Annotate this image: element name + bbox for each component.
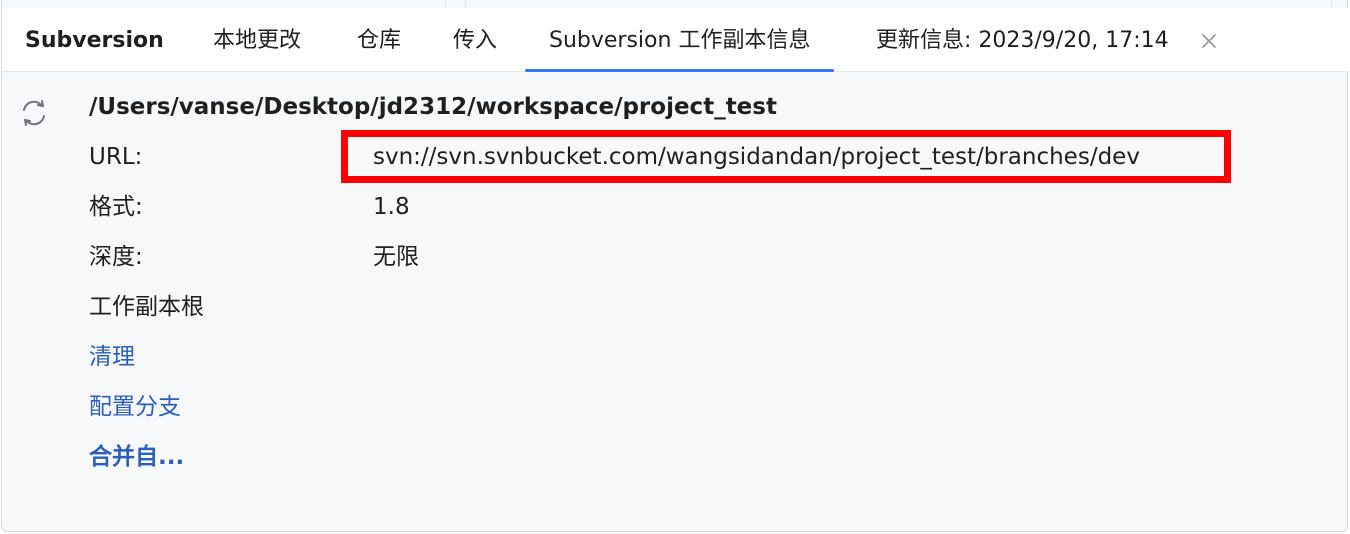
top-edge-segment — [2, 0, 446, 8]
tab-incoming[interactable]: 传入 — [453, 8, 497, 71]
tab-update-info[interactable]: 更新信息: 2023/9/20, 17:14 — [876, 8, 1169, 71]
merge-from-link[interactable]: 合并自... — [89, 439, 184, 475]
configure-branches-link[interactable]: 配置分支 — [89, 389, 181, 425]
close-tab-icon[interactable] — [1198, 30, 1220, 52]
format-value: 1.8 — [373, 194, 410, 220]
url-value: svn://svn.svnbucket.com/wangsidandan/pro… — [373, 144, 1140, 170]
format-label: 格式: — [89, 194, 143, 220]
refresh-icon[interactable] — [16, 95, 52, 131]
working-copy-info-panel: /Users/vanse/Desktop/jd2312/workspace/pr… — [2, 72, 1349, 530]
tab-working-copy-info[interactable]: Subversion 工作副本信息 — [524, 8, 835, 72]
tab-bar: Subversion 本地更改 仓库 传入 Subversion 工作副本信息 … — [2, 8, 1349, 72]
working-copy-root-label: 工作副本根 — [89, 294, 204, 320]
tab-repository[interactable]: 仓库 — [357, 8, 401, 71]
tab-local-changes[interactable]: 本地更改 — [213, 8, 301, 71]
tool-window-title: Subversion — [25, 28, 164, 53]
working-copy-path: /Users/vanse/Desktop/jd2312/workspace/pr… — [89, 94, 777, 120]
top-edge-segment — [465, 0, 1332, 8]
depth-value: 无限 — [373, 244, 419, 270]
cleanup-link[interactable]: 清理 — [89, 339, 135, 375]
depth-label: 深度: — [89, 244, 143, 270]
top-edge-segment — [445, 0, 466, 8]
svn-tool-window: Subversion 本地更改 仓库 传入 Subversion 工作副本信息 … — [1, 0, 1349, 532]
url-label: URL: — [89, 144, 143, 170]
